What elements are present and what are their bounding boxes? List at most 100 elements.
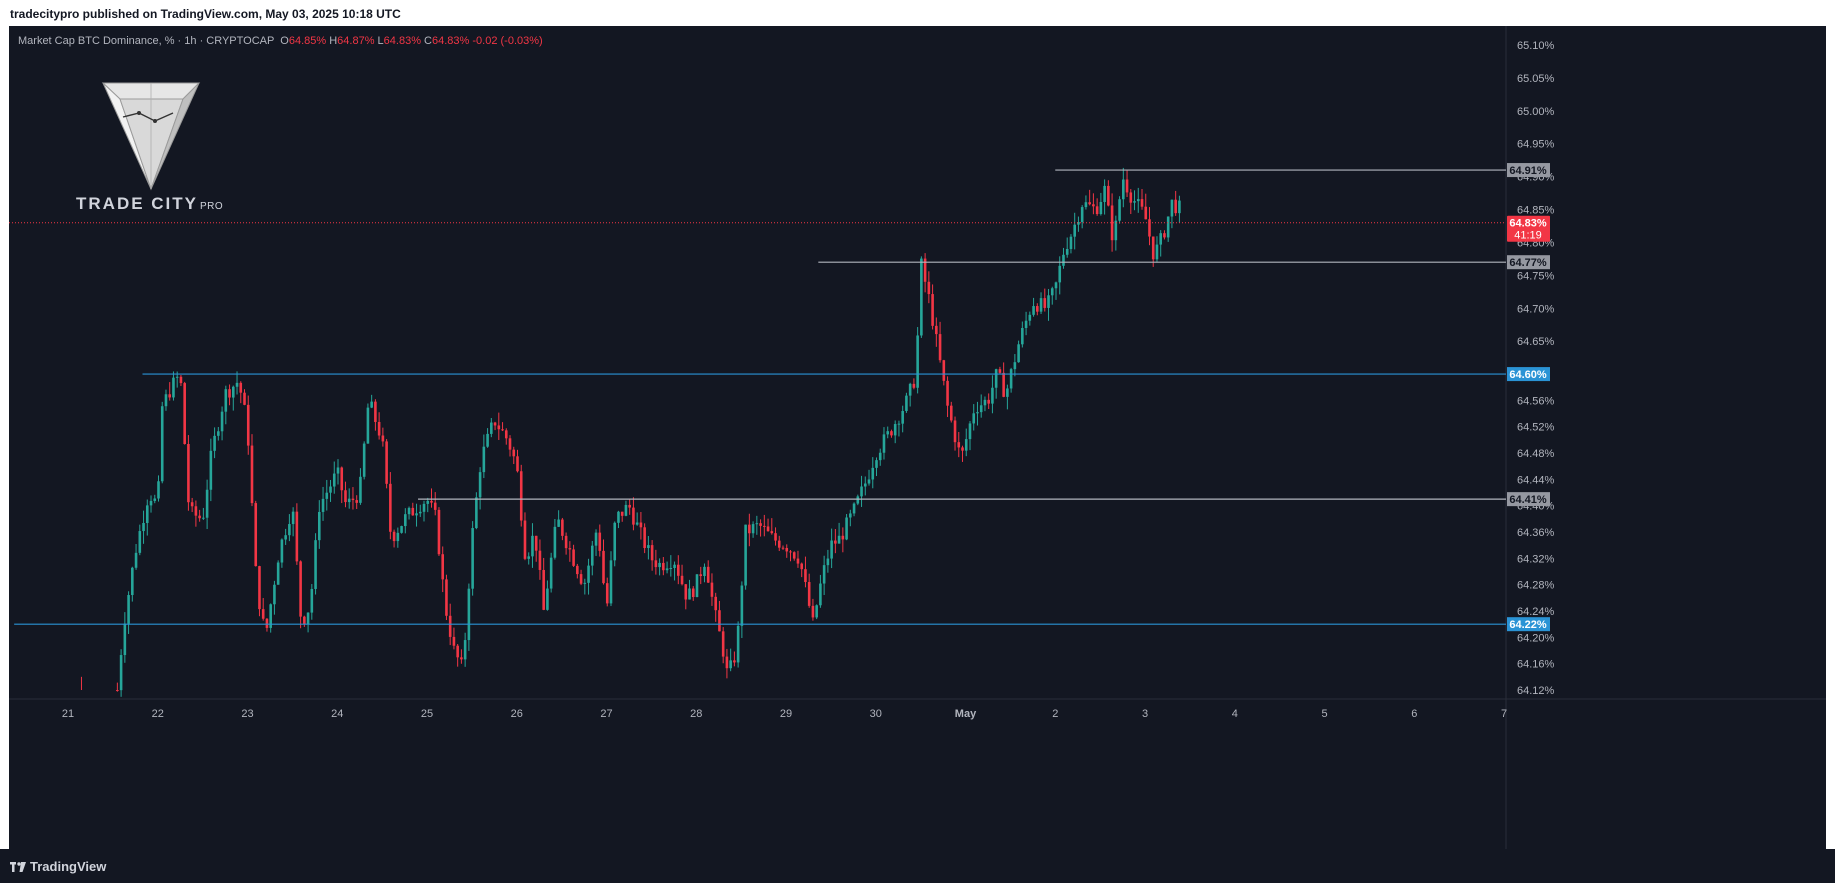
candle-body [340, 467, 344, 491]
candle-body [127, 595, 130, 624]
level-tag-label: 64.91% [1509, 165, 1547, 177]
candle-body [1032, 306, 1035, 315]
candle-body [807, 582, 811, 606]
candle-body [710, 582, 714, 597]
candle-body [1065, 249, 1069, 255]
candle-body [972, 413, 976, 424]
candle-body [441, 554, 445, 580]
candle-body [1043, 298, 1047, 308]
brand-name: TRADE CITY PRO [76, 194, 223, 214]
candle-body [1002, 372, 1005, 397]
candle-body [609, 560, 613, 604]
candle-body [830, 540, 833, 559]
candle-body [504, 430, 508, 439]
candle-body [482, 446, 486, 473]
candle-body [1114, 220, 1118, 241]
candle-body [497, 425, 501, 430]
tradingview-text: TradingView [30, 859, 107, 874]
candle-body [546, 588, 549, 610]
candle-body [291, 511, 295, 525]
candle-body [1118, 199, 1121, 221]
candle-body [811, 605, 815, 618]
candle-body [179, 376, 183, 384]
x-tick-label: 2 [1052, 708, 1058, 720]
candle-body [912, 383, 916, 388]
candle-body [1073, 224, 1076, 237]
candle-body [153, 498, 157, 501]
candle-body [632, 507, 635, 525]
y-tick-label: 64.20% [1517, 632, 1555, 644]
candle-body [411, 507, 415, 516]
candle-body [834, 540, 837, 544]
candle-body [243, 392, 246, 405]
candle-body [1054, 282, 1058, 289]
candle-body [792, 552, 796, 559]
candle-body [815, 605, 818, 618]
candle-body [998, 369, 1002, 373]
candle-body [579, 574, 583, 584]
candle-body [164, 394, 168, 407]
candle-body [310, 588, 314, 613]
candle-body [736, 625, 740, 663]
candle-body [172, 377, 175, 398]
candle-body [426, 500, 430, 504]
price-chart[interactable]: 65.10%65.05%65.00%64.95%64.90%64.85%64.8… [9, 26, 1826, 849]
y-tick-label: 64.75% [1517, 270, 1555, 282]
y-tick-label: 64.65% [1517, 336, 1555, 348]
candle-body [729, 660, 732, 669]
candle-body [534, 535, 538, 551]
candle-body [523, 520, 527, 559]
level-tag-label: 64.22% [1509, 619, 1547, 631]
candle-body [1006, 388, 1009, 397]
candle-body [235, 382, 239, 387]
candle-body [841, 535, 845, 540]
candle-body [486, 433, 489, 447]
high-label: H [329, 35, 338, 47]
candle-body [1088, 202, 1091, 205]
x-tick-label: 29 [780, 708, 792, 720]
candle-body [220, 411, 224, 432]
candle-body [748, 524, 751, 534]
candle-body [295, 511, 299, 562]
candle-body [658, 562, 661, 568]
y-tick-label: 64.12% [1517, 685, 1555, 697]
candle-body [149, 500, 153, 506]
candle-body [1133, 201, 1136, 203]
close-label: C [424, 35, 432, 47]
candle-body [116, 690, 119, 691]
candle-body [643, 527, 646, 549]
candle-body [1009, 369, 1013, 389]
candle-body [669, 567, 673, 569]
candle-body [430, 500, 433, 503]
candle-body [542, 569, 545, 610]
candle-body [755, 523, 759, 525]
candle-body [785, 547, 789, 552]
candle-body [725, 656, 729, 669]
x-tick-label: 21 [62, 708, 74, 720]
candle-body [519, 471, 523, 521]
candle-body [920, 258, 923, 336]
candle-body [1036, 306, 1039, 312]
candle-body [389, 483, 392, 532]
candle-body [231, 386, 235, 398]
candle-body [407, 507, 411, 515]
tradingview-logo[interactable]: TradingView [10, 859, 106, 874]
candle-body [673, 564, 676, 568]
candle-body [852, 503, 856, 514]
candle-body [770, 531, 774, 534]
candle-body [759, 523, 762, 526]
candle-body [639, 522, 643, 528]
candle-body [635, 522, 639, 525]
candle-body [991, 387, 994, 404]
candle-body [254, 503, 258, 567]
candle-body [452, 636, 456, 646]
candle-body [598, 532, 602, 551]
candle-body [194, 506, 198, 516]
candle-body [897, 423, 901, 425]
candle-body [886, 431, 890, 435]
candle-body [587, 565, 590, 583]
candle-body [781, 547, 785, 549]
symbol-name: Market Cap BTC Dominance, % · 1h · CRYPT… [18, 35, 275, 47]
y-tick-label: 64.70% [1517, 303, 1555, 315]
candle-body [437, 509, 441, 555]
